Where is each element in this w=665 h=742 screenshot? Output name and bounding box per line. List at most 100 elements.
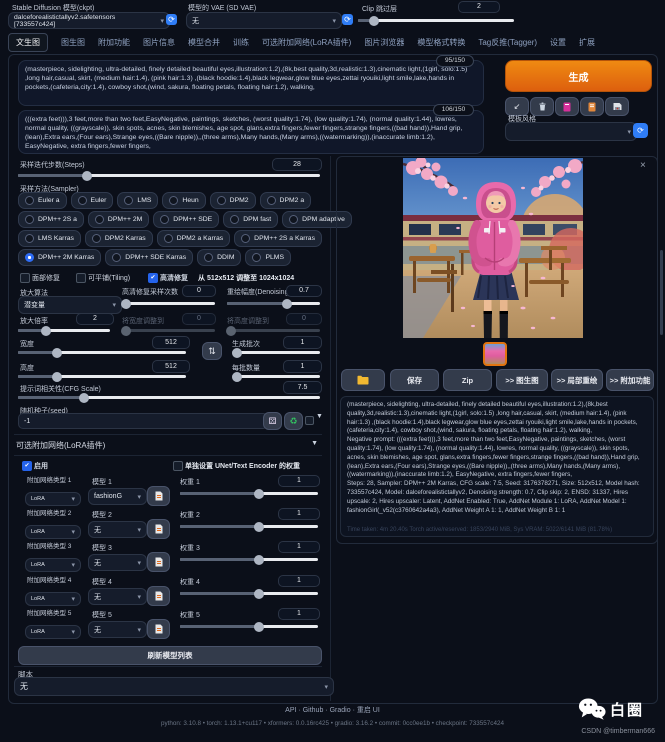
lora3-weight-value[interactable]: 1 (278, 541, 320, 553)
seed-input[interactable]: -1 (18, 413, 268, 429)
lora1-type-dropdown[interactable]: LoRA▾ (25, 492, 81, 506)
tab-additional-networks[interactable]: 可选附加网络(LoRA插件) (262, 37, 351, 48)
lora-accordion-header[interactable]: 可选附加网络(LoRA插件) ▼ (14, 437, 322, 453)
swap-dimensions-button[interactable]: ⇅ (202, 342, 222, 360)
cfg-scale-slider[interactable] (18, 396, 320, 399)
seed-extra-caret-icon[interactable]: ▼ (316, 413, 323, 420)
sampler-option[interactable]: Euler a (18, 192, 67, 209)
batch-count-slider[interactable] (232, 351, 320, 354)
resize-height-slider[interactable] (227, 329, 320, 332)
lora2-type-dropdown[interactable]: LoRA▾ (25, 525, 81, 539)
lora5-type-dropdown[interactable]: LoRA▾ (25, 625, 81, 639)
tab-txt2img[interactable]: 文生图 (8, 33, 48, 52)
lora1-model-dropdown[interactable]: fashionG▾ (88, 488, 147, 505)
lora1-weight-slider[interactable] (180, 492, 318, 495)
sampler-option[interactable]: DPM2 (210, 192, 256, 209)
batch-count-value[interactable]: 1 (283, 336, 322, 349)
lora5-metadata-button[interactable] (147, 619, 170, 639)
sampler-option[interactable]: LMS Karras (18, 230, 81, 247)
sampler-option[interactable]: PLMS (245, 249, 291, 266)
sampler-option[interactable]: Heun (162, 192, 205, 209)
tab-extras[interactable]: 附加功能 (98, 37, 130, 48)
open-folder-button[interactable] (341, 369, 385, 391)
sampler-option[interactable]: DPM2 a (260, 192, 312, 209)
clip-skip-value[interactable]: 2 (458, 1, 500, 13)
lora4-metadata-button[interactable] (147, 586, 170, 606)
send-to-inpaint-button[interactable]: >> 局部重绘 (551, 369, 603, 391)
extra-seed-checkbox[interactable] (305, 416, 314, 425)
footer-link-gradio[interactable]: Gradio (330, 707, 351, 714)
sampler-option[interactable]: DPM++ SDE Karras (105, 249, 193, 266)
generate-button[interactable]: 生成 (505, 60, 652, 92)
model-refresh-button[interactable]: ⟳ (166, 14, 177, 25)
zip-button[interactable]: Zip (443, 369, 492, 391)
scrollbar[interactable] (660, 250, 663, 335)
lora4-weight-slider[interactable] (180, 592, 318, 595)
lora2-weight-value[interactable]: 1 (278, 508, 320, 520)
tab-image-browser[interactable]: 图片浏览器 (364, 37, 404, 48)
sampler-option[interactable]: DPM++ 2M (88, 211, 149, 228)
resize-width-slider[interactable] (122, 329, 215, 332)
script-dropdown[interactable]: 无 ▾ (14, 677, 334, 696)
tab-extensions[interactable]: 扩展 (579, 37, 595, 48)
hires-steps-value[interactable]: 0 (182, 285, 216, 297)
model-dropdown[interactable]: dalceforealistictallyv2.safetensors [733… (8, 12, 170, 29)
sampler-option[interactable]: DDIM (197, 249, 241, 266)
generated-image[interactable] (403, 158, 583, 338)
height-value[interactable]: 512 (152, 360, 190, 373)
vae-refresh-button[interactable]: ⟳ (342, 14, 353, 25)
height-slider[interactable] (18, 375, 186, 378)
upscale-by-slider[interactable] (18, 329, 110, 332)
lora3-metadata-button[interactable] (147, 552, 170, 572)
tab-tagger[interactable]: Tag反推(Tagger) (478, 37, 537, 48)
lora5-weight-value[interactable]: 1 (278, 608, 320, 620)
sampler-option-selected[interactable]: DPM++ 2M Karras (18, 249, 101, 266)
lora1-weight-value[interactable]: 1 (278, 475, 320, 487)
denoising-slider[interactable] (227, 302, 320, 305)
sampler-option[interactable]: DPM2 a Karras (157, 230, 230, 247)
footer-link-api[interactable]: API (285, 707, 296, 714)
tab-img2img[interactable]: 图生图 (61, 37, 85, 48)
upscale-by-value[interactable]: 2 (76, 313, 114, 325)
tab-train[interactable]: 训练 (233, 37, 249, 48)
batch-size-value[interactable]: 1 (283, 360, 322, 373)
positive-prompt-input[interactable]: (masterpiece, sidelighting, ultra-detail… (18, 60, 484, 106)
send-to-extras-button[interactable]: >> 附加功能 (606, 369, 654, 391)
steps-slider[interactable] (18, 174, 320, 177)
close-image-button[interactable]: × (640, 160, 646, 171)
save-image-button[interactable]: 保存 (390, 369, 439, 391)
vae-dropdown[interactable]: 无 ▾ (186, 12, 342, 29)
lora3-model-dropdown[interactable]: 无▾ (88, 554, 147, 571)
lora4-type-dropdown[interactable]: LoRA▾ (25, 592, 81, 606)
sampler-option[interactable]: Euler (71, 192, 114, 209)
random-seed-button[interactable]: ⚄ (263, 412, 282, 430)
reuse-seed-button[interactable]: ♻ (284, 412, 303, 430)
steps-value[interactable]: 28 (272, 158, 322, 171)
hires-steps-slider[interactable] (122, 302, 215, 305)
lora-separate-weights-checkbox[interactable] (173, 461, 183, 471)
sampler-option[interactable]: DPM fast (223, 211, 278, 228)
tiling-checkbox[interactable] (76, 273, 86, 283)
cfg-scale-value[interactable]: 7.5 (283, 381, 322, 394)
extra-networks-button[interactable] (555, 97, 579, 116)
resize-height-value[interactable]: 0 (286, 313, 322, 325)
lora3-type-dropdown[interactable]: LoRA▾ (25, 558, 81, 572)
tab-settings[interactable]: 设置 (550, 37, 566, 48)
sampler-option[interactable]: DPM++ SDE (153, 211, 219, 228)
lora5-weight-slider[interactable] (180, 625, 318, 628)
lora2-metadata-button[interactable] (147, 519, 170, 539)
tab-model-converter[interactable]: 模型格式转换 (417, 37, 465, 48)
lora-enable-checkbox[interactable]: ✔ (22, 461, 32, 471)
sampler-option[interactable]: DPM++ 2S a Karras (234, 230, 322, 247)
lora4-model-dropdown[interactable]: 无▾ (88, 588, 147, 605)
denoising-value[interactable]: 0.7 (286, 285, 322, 297)
lora3-weight-slider[interactable] (180, 558, 318, 561)
sampler-option[interactable]: DPM2 Karras (85, 230, 153, 247)
width-value[interactable]: 512 (152, 336, 190, 349)
send-to-img2img-button[interactable]: >> 图生图 (496, 369, 548, 391)
sampler-option[interactable]: DPM++ 2S a (18, 211, 84, 228)
style-dropdown[interactable]: ▾ (505, 122, 637, 141)
negative-prompt-input[interactable]: (((extra feet))),3 feet,more than two fe… (18, 110, 484, 154)
width-slider[interactable] (18, 351, 186, 354)
tab-png-info[interactable]: 图片信息 (143, 37, 175, 48)
